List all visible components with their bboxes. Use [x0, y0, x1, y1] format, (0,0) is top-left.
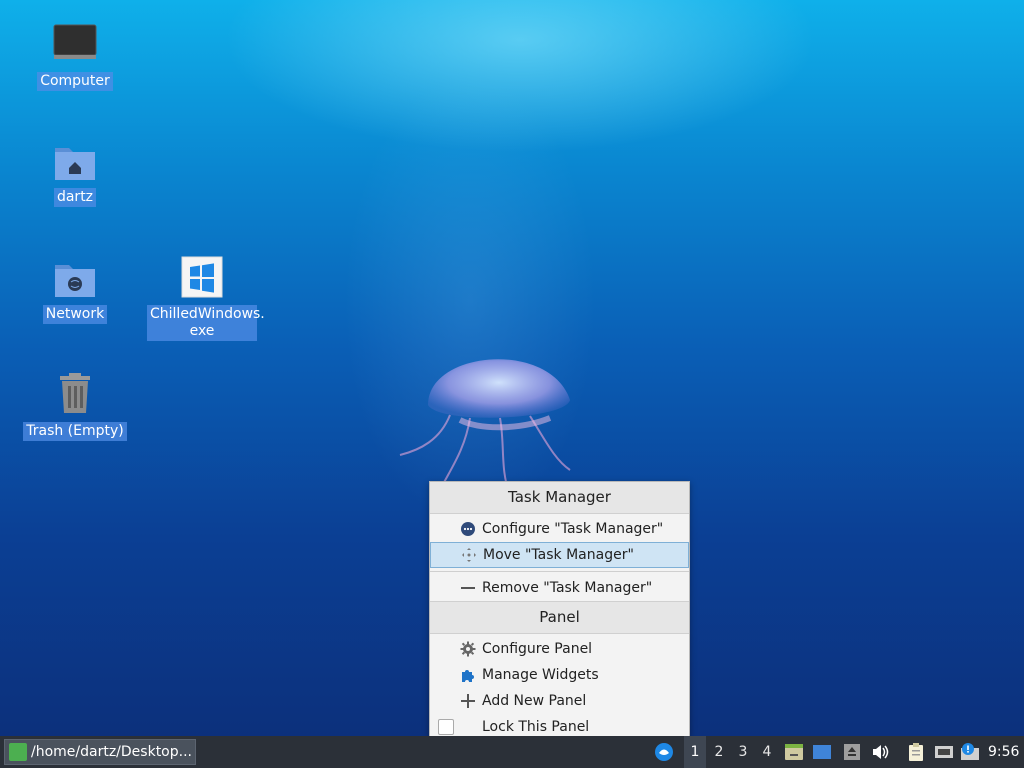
menu-item-add-new-panel[interactable]: Add New Panel — [430, 688, 689, 714]
workspace-4[interactable]: 4 — [756, 736, 778, 768]
menu-item-configure-panel[interactable]: Configure Panel — [430, 636, 689, 662]
home-folder-icon — [55, 148, 95, 180]
network-icon[interactable] — [934, 742, 954, 762]
menu-item-label: Add New Panel — [482, 693, 587, 709]
workspace-3[interactable]: 3 — [732, 736, 754, 768]
clipboard-icon[interactable] — [906, 742, 926, 762]
show-desktop-icon[interactable] — [812, 742, 832, 762]
task-label: /home/dartz/Desktop... — [31, 744, 192, 760]
desktop-icon-label: Trash (Empty) — [23, 422, 127, 441]
desktop-icon-label: Network — [42, 305, 108, 324]
lock-panel-checkbox[interactable] — [438, 719, 454, 735]
network-folder-icon — [55, 265, 95, 297]
update-notifier-icon[interactable] — [960, 742, 980, 762]
menu-item-label: Configure "Task Manager" — [482, 521, 664, 537]
menu-item-remove-task-manager[interactable]: Remove "Task Manager" — [430, 575, 689, 601]
desktop-icon-label: dartz — [53, 188, 97, 207]
menu-header-task-manager: Task Manager — [430, 482, 689, 514]
menu-item-label: Move "Task Manager" — [483, 547, 634, 563]
panel-context-menu: Task Manager Configure "Task Manager" Mo… — [429, 481, 690, 737]
workspace-2[interactable]: 2 — [708, 736, 730, 768]
monitor-icon — [53, 24, 97, 59]
eject-icon[interactable] — [842, 742, 862, 762]
desktop-icon-label: ChilledWindows. exe — [147, 305, 265, 341]
menu-item-manage-widgets[interactable]: Manage Widgets — [430, 662, 689, 688]
desktop-icon-home[interactable]: dartz — [20, 138, 130, 207]
minus-icon — [461, 587, 475, 589]
menu-item-label: Remove "Task Manager" — [482, 580, 653, 596]
menu-item-configure-task-manager[interactable]: Configure "Task Manager" — [430, 516, 689, 542]
workspace-1[interactable]: 1 — [684, 736, 706, 768]
dots-circle-icon — [461, 522, 475, 536]
desktop-icon-chilledwindows[interactable]: ChilledWindows. exe — [147, 255, 265, 341]
puzzle-icon — [462, 670, 474, 682]
plus-icon — [461, 694, 475, 708]
menu-header-panel: Panel — [430, 601, 689, 634]
trash-icon — [60, 373, 90, 413]
menu-item-move-task-manager[interactable]: Move "Task Manager" — [430, 542, 689, 568]
disk-icon[interactable] — [784, 742, 804, 762]
taskbar: /home/dartz/Desktop... 1 2 3 4 9:56 — [0, 736, 1024, 768]
menu-separator — [430, 571, 689, 572]
desktop-icon-label: Computer — [37, 72, 113, 91]
move-arrows-icon — [462, 548, 476, 562]
desktop-icon-trash[interactable]: Trash (Empty) — [20, 372, 130, 441]
menu-item-label: Configure Panel — [482, 641, 593, 657]
gear-icon — [460, 641, 476, 657]
windows-logo-icon — [181, 256, 223, 298]
jellyfish-wallpaper — [399, 359, 571, 496]
taskbar-task-file-manager[interactable]: /home/dartz/Desktop... — [4, 739, 196, 765]
desktop[interactable]: Computer dartz Network ChilledWindows. e… — [0, 0, 1024, 737]
desktop-icon-computer[interactable]: Computer — [20, 22, 130, 91]
clock[interactable]: 9:56 — [988, 736, 1019, 768]
menu-item-label: Manage Widgets — [482, 667, 599, 683]
menu-item-label: Lock This Panel — [482, 719, 590, 735]
desktop-icon-network[interactable]: Network — [20, 255, 130, 324]
file-manager-icon — [9, 743, 27, 761]
volume-icon[interactable] — [870, 742, 890, 762]
app-menu-icon[interactable] — [654, 742, 674, 762]
